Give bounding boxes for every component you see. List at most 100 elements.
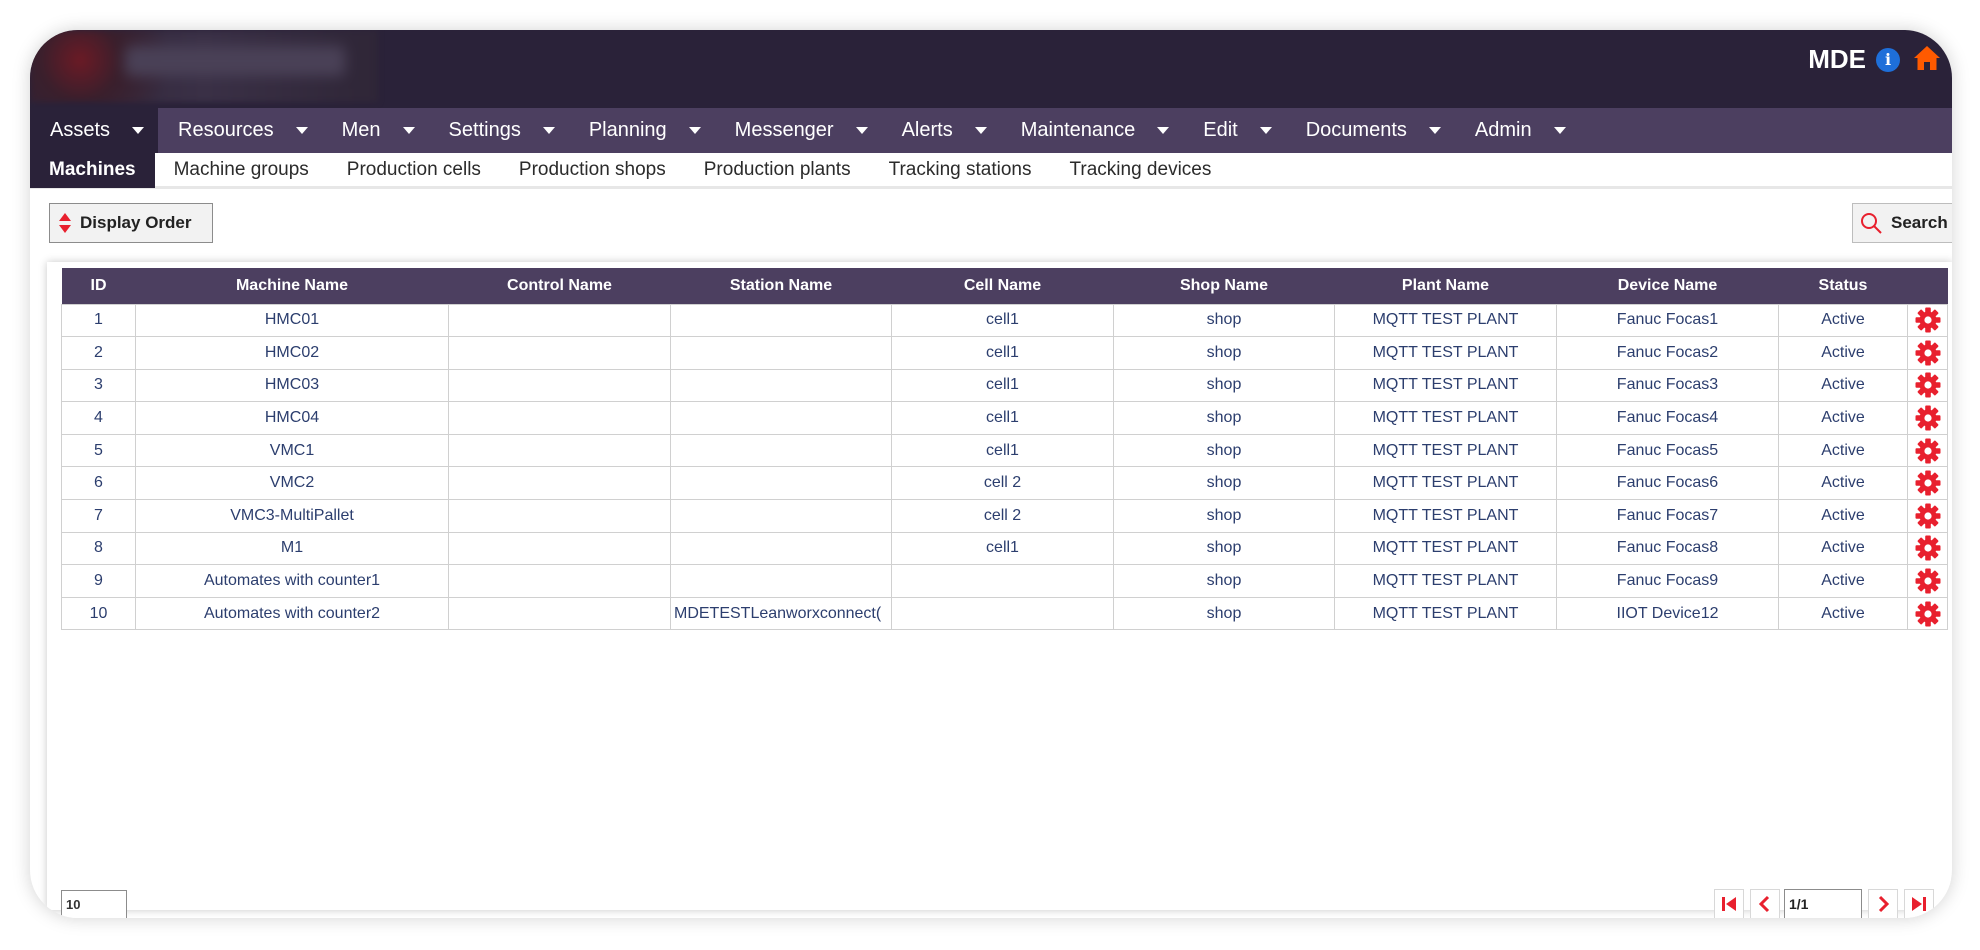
caret-down-icon xyxy=(295,127,308,134)
menu-alerts[interactable]: Alerts xyxy=(882,108,1001,153)
control-name-cell xyxy=(448,303,671,338)
menu-edit[interactable]: Edit xyxy=(1183,108,1285,153)
station-name-cell xyxy=(670,303,892,338)
status-cell: Active xyxy=(1778,336,1908,370)
caret-down-icon xyxy=(1157,127,1170,134)
menu-resources[interactable]: Resources xyxy=(158,108,322,153)
id-cell: 6 xyxy=(61,466,136,501)
menu-assets[interactable]: Assets xyxy=(30,108,159,153)
table-header-row: ID Machine Name Control Name Station Name Ce… xyxy=(61,268,1948,304)
plant-name-cell: MQTT TEST PLANT xyxy=(1334,466,1557,501)
menu-maintenance[interactable]: Maintenance xyxy=(1001,108,1184,153)
page-number-input[interactable] xyxy=(1784,889,1862,918)
gear-icon[interactable] xyxy=(1915,307,1941,333)
status-cell: Active xyxy=(1778,564,1908,598)
sub-menu: Machines Machine groups Production cells Pr… xyxy=(30,151,1952,189)
table-row[interactable]: 3 HMC03 cell1 shop MQTT TEST PLANT Fanuc Foca… xyxy=(61,368,1948,403)
row-action-cell xyxy=(1907,401,1948,435)
table-row[interactable]: 7 VMC3-MultiPallet cell 2 shop MQTT TEST PLA… xyxy=(61,499,1948,533)
machine-name-cell: VMC2 xyxy=(135,466,449,501)
tab-production-plants[interactable]: Production plants xyxy=(685,152,870,188)
menu-documents[interactable]: Documents xyxy=(1286,108,1455,153)
gear-icon[interactable] xyxy=(1915,601,1941,627)
column-header[interactable] xyxy=(1907,268,1948,304)
search-button[interactable]: Search xyxy=(1852,203,1952,243)
machine-name-cell: Automates with counter2 xyxy=(135,596,449,631)
caret-down-icon xyxy=(1428,127,1441,134)
menu-label: Assets xyxy=(50,119,111,141)
device-name-cell: Fanuc Focas8 xyxy=(1556,531,1779,566)
menu-planning[interactable]: Planning xyxy=(569,108,715,153)
id-cell: 9 xyxy=(61,564,136,598)
column-header[interactable]: Status xyxy=(1778,268,1908,304)
station-name-cell xyxy=(670,433,892,468)
column-header[interactable]: Control Name xyxy=(448,268,671,304)
shop-name-cell: shop xyxy=(1113,596,1335,631)
menu-label: Admin xyxy=(1474,119,1532,141)
column-header[interactable]: Machine Name xyxy=(135,268,449,304)
caret-down-icon xyxy=(1259,127,1272,134)
row-action-cell xyxy=(1907,531,1948,566)
column-header[interactable]: Plant Name xyxy=(1334,268,1557,304)
tab-production-shops[interactable]: Production shops xyxy=(500,152,685,188)
gear-icon[interactable] xyxy=(1915,438,1941,464)
gear-icon[interactable] xyxy=(1915,470,1941,496)
machine-name-cell: Automates with counter1 xyxy=(135,564,449,598)
table-row[interactable]: 5 VMC1 cell1 shop MQTT TEST PLANT Fanuc Focas… xyxy=(61,433,1948,468)
gear-icon[interactable] xyxy=(1915,340,1941,366)
column-header[interactable]: Shop Name xyxy=(1113,268,1335,304)
table-row[interactable]: 10 Automates with counter2 MDETESTLeanworx… xyxy=(61,596,1948,631)
column-header[interactable]: Station Name xyxy=(670,268,892,304)
menu-admin[interactable]: Admin xyxy=(1455,108,1580,153)
column-header[interactable]: Device Name xyxy=(1556,268,1779,304)
info-icon[interactable]: i xyxy=(1876,48,1900,72)
cell-name-cell: cell1 xyxy=(891,531,1114,566)
gear-icon[interactable] xyxy=(1915,405,1941,431)
plant-name-cell: MQTT TEST PLANT xyxy=(1334,499,1557,533)
id-cell: 3 xyxy=(61,368,136,403)
device-name-cell: Fanuc Focas4 xyxy=(1556,401,1779,435)
tab-machines[interactable]: Machines xyxy=(30,151,155,188)
table-row[interactable]: 1 HMC01 cell1 shop MQTT TEST PLANT Fanuc Foca… xyxy=(61,303,1948,338)
id-cell: 8 xyxy=(61,531,136,566)
tab-tracking-stations[interactable]: Tracking stations xyxy=(870,152,1051,188)
row-action-cell xyxy=(1907,368,1948,403)
table-row[interactable]: 6 VMC2 cell 2 shop MQTT TEST PLANT Fanuc Foca… xyxy=(61,466,1948,501)
display-order-button[interactable]: Display Order xyxy=(49,203,213,243)
menu-settings[interactable]: Settings xyxy=(429,108,569,153)
last-page-button[interactable] xyxy=(1904,889,1934,918)
gear-icon[interactable] xyxy=(1915,568,1941,594)
gear-icon[interactable] xyxy=(1915,535,1941,561)
home-icon[interactable] xyxy=(1912,43,1942,73)
column-header[interactable]: Cell Name xyxy=(891,268,1114,304)
id-cell: 7 xyxy=(61,499,136,533)
page-size-input[interactable] xyxy=(61,890,127,918)
status-cell: Active xyxy=(1778,596,1908,631)
machine-name-cell: HMC03 xyxy=(135,368,449,403)
cell-name-cell: cell 2 xyxy=(891,499,1114,533)
search-icon xyxy=(1861,213,1882,234)
table-row[interactable]: 2 HMC02 cell1 shop MQTT TEST PLANT Fanuc Foca… xyxy=(61,336,1948,370)
prev-page-button[interactable] xyxy=(1750,889,1780,918)
table-row[interactable]: 4 HMC04 cell1 shop MQTT TEST PLANT Fanuc Foca… xyxy=(61,401,1948,435)
gear-icon[interactable] xyxy=(1915,372,1941,398)
next-page-button[interactable] xyxy=(1868,889,1898,918)
control-name-cell xyxy=(448,499,671,533)
chevron-right-icon xyxy=(1878,895,1890,913)
column-header[interactable]: ID xyxy=(61,268,136,304)
menu-men[interactable]: Men xyxy=(322,108,429,153)
gear-icon[interactable] xyxy=(1915,503,1941,529)
machines-panel: ID Machine Name Control Name Station Name Ce… xyxy=(47,262,1952,918)
first-page-button[interactable] xyxy=(1714,889,1744,918)
cell-name-cell: cell1 xyxy=(891,401,1114,435)
caret-down-icon xyxy=(132,127,145,134)
tab-tracking-devices[interactable]: Tracking devices xyxy=(1051,152,1231,188)
tab-production-cells[interactable]: Production cells xyxy=(328,152,500,188)
station-name-cell xyxy=(670,401,892,435)
display-order-label: Display Order xyxy=(80,213,192,232)
table-row[interactable]: 9 Automates with counter1 shop MQTT TEST PL… xyxy=(61,564,1948,598)
machine-name-cell: HMC01 xyxy=(135,303,449,338)
table-row[interactable]: 8 M1 cell1 shop MQTT TEST PLANT Fanuc Focas8 A… xyxy=(61,531,1948,566)
tab-machine-groups[interactable]: Machine groups xyxy=(155,152,328,188)
menu-messenger[interactable]: Messenger xyxy=(715,108,882,153)
